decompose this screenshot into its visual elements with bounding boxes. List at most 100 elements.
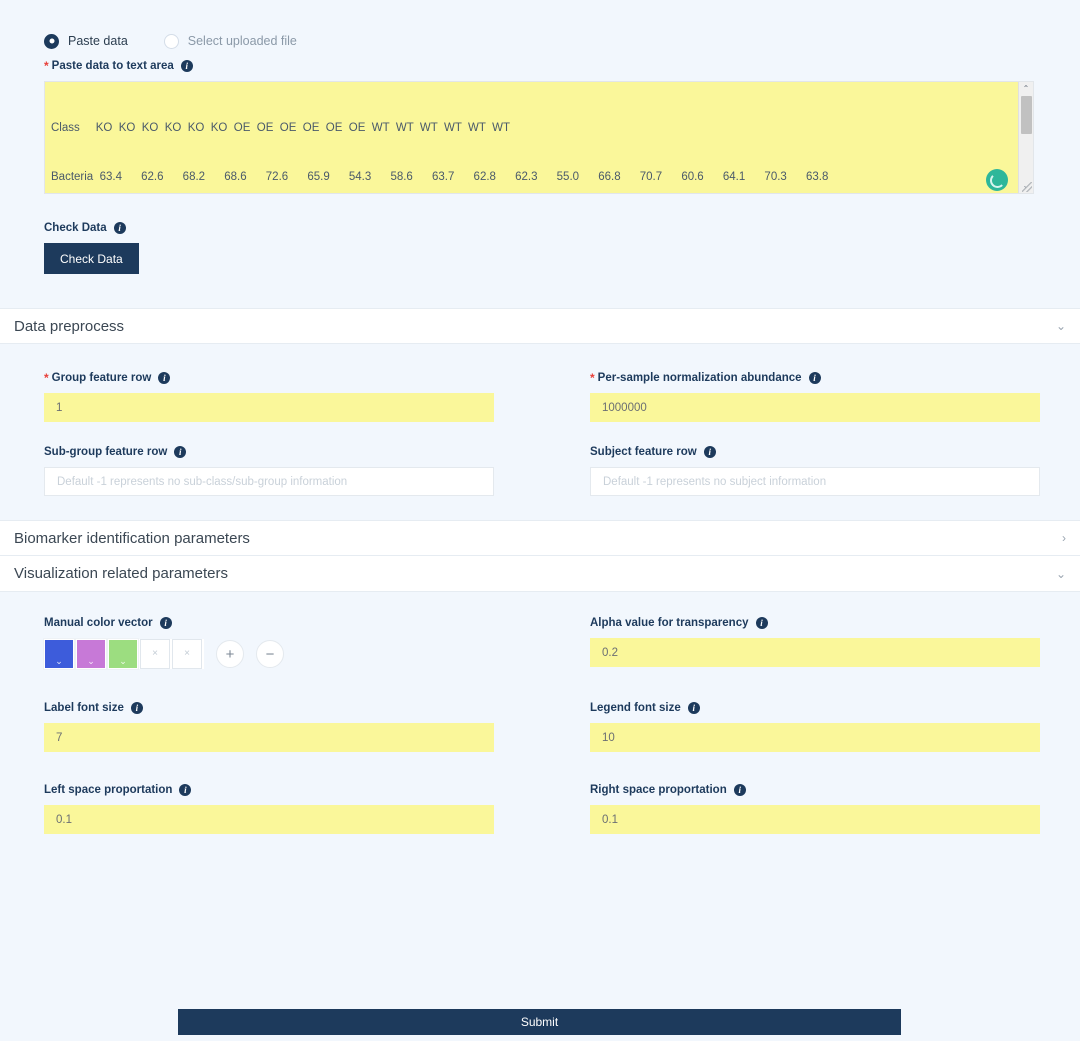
- data-source-radio-group[interactable]: Paste data Select uploaded file: [0, 0, 1080, 60]
- info-icon[interactable]: i: [179, 784, 192, 796]
- field-per-sample-normalization: * Per-sample normalization abundance i: [590, 372, 1040, 422]
- textarea-resize-handle[interactable]: [1022, 182, 1032, 192]
- field-label: Manual color vector i: [44, 617, 494, 629]
- required-star: *: [44, 371, 49, 385]
- field-label-text: Label font size: [44, 702, 124, 714]
- field-label-text: Legend font size: [590, 702, 681, 714]
- paste-data-textarea[interactable]: Class KO KO KO KO KO KO OE OE OE OE OE O…: [44, 81, 1034, 194]
- remove-color-button[interactable]: −: [256, 640, 284, 668]
- chevron-right-icon[interactable]: ›: [1062, 532, 1066, 544]
- add-color-button[interactable]: +: [216, 640, 244, 668]
- color-swatch-3[interactable]: ⌄: [107, 638, 139, 670]
- section-header-biomarker-identification[interactable]: Biomarker identification parameters ›: [0, 520, 1080, 556]
- chevron-down-icon[interactable]: ⌄: [1056, 320, 1066, 332]
- field-label-font-size: Label font size i: [44, 702, 494, 752]
- paste-data-label: * Paste data to text area i: [44, 60, 1036, 72]
- paste-data-textarea-wrapper: Class KO KO KO KO KO KO OE OE OE OE OE O…: [44, 81, 1034, 194]
- legend-font-size-input[interactable]: [590, 723, 1040, 752]
- required-star: *: [44, 59, 49, 73]
- radio-select-uploaded-file-dot[interactable]: [163, 33, 179, 49]
- color-swatch-2[interactable]: ⌄: [75, 638, 107, 670]
- check-data-button[interactable]: Check Data: [44, 243, 139, 274]
- field-label: Left space proportation i: [44, 784, 494, 796]
- radio-select-uploaded-file-label: Select uploaded file: [187, 34, 297, 48]
- close-icon: ×: [184, 648, 190, 659]
- field-label: * Per-sample normalization abundance i: [590, 372, 1040, 384]
- color-swatch-group: ⌄ ⌄ ⌄ × ×: [43, 638, 204, 670]
- field-label: Right space proportation i: [590, 784, 1040, 796]
- radio-paste-data-dot[interactable]: [44, 33, 59, 49]
- info-icon[interactable]: i: [113, 222, 126, 234]
- required-star: *: [590, 371, 595, 385]
- paste-data-section: * Paste data to text area i Class KO KO …: [0, 60, 1080, 274]
- field-label: Alpha value for transparency i: [590, 617, 1040, 629]
- check-data-label-text: Check Data: [44, 222, 107, 234]
- color-swatch-1[interactable]: ⌄: [43, 638, 75, 670]
- info-icon[interactable]: i: [180, 60, 193, 72]
- field-label-text: Sub-group feature row: [44, 446, 168, 458]
- alpha-value-input[interactable]: [590, 638, 1040, 667]
- sub-group-feature-row-input[interactable]: [44, 467, 494, 496]
- field-left-space-proportation: Left space proportation i: [44, 784, 494, 834]
- info-icon[interactable]: i: [174, 446, 187, 458]
- label-font-size-input[interactable]: [44, 723, 494, 752]
- textarea-line: Bacteria 63.4 62.6 68.2 68.6 72.6 65.9 5…: [51, 171, 829, 184]
- info-icon[interactable]: i: [755, 617, 768, 629]
- field-label-text: Per-sample normalization abundance: [597, 372, 802, 384]
- subject-feature-row-input[interactable]: [590, 467, 1040, 496]
- paste-data-label-text: Paste data to text area: [51, 60, 174, 72]
- section-title: Visualization related parameters: [14, 565, 229, 582]
- chevron-down-icon: ⌄: [55, 656, 63, 666]
- color-swatch-4-empty[interactable]: ×: [140, 639, 170, 669]
- field-label-text: Alpha value for transparency: [590, 617, 749, 629]
- color-swatch-5-empty[interactable]: ×: [172, 639, 202, 669]
- per-sample-normalization-input[interactable]: [590, 393, 1040, 422]
- field-manual-color-vector: Manual color vector i ⌄ ⌄ ⌄ × × + −: [43, 617, 494, 670]
- field-label-text: Subject feature row: [590, 446, 697, 458]
- info-icon[interactable]: i: [159, 617, 172, 629]
- chevron-down-icon: ⌄: [119, 656, 127, 666]
- chevron-down-icon[interactable]: ⌄: [1056, 568, 1066, 580]
- section-title: Data preprocess: [14, 317, 125, 335]
- left-space-input[interactable]: [44, 805, 494, 834]
- field-sub-group-feature-row: Sub-group feature row i: [44, 446, 494, 496]
- field-legend-font-size: Legend font size i: [590, 702, 1040, 752]
- chevron-down-icon: ⌄: [87, 656, 95, 666]
- field-right-space-proportation: Right space proportation i: [590, 784, 1040, 834]
- radio-paste-data[interactable]: Paste data: [44, 33, 128, 49]
- info-icon[interactable]: i: [130, 702, 143, 714]
- visualization-fields: Manual color vector i ⌄ ⌄ ⌄ × × + − Alph…: [0, 592, 1080, 858]
- info-icon[interactable]: i: [808, 372, 821, 384]
- scrollbar-thumb[interactable]: [1020, 96, 1032, 134]
- radio-select-uploaded-file[interactable]: Select uploaded file: [163, 33, 297, 49]
- info-icon[interactable]: i: [703, 446, 716, 458]
- submit-button[interactable]: Submit: [178, 1009, 901, 1035]
- section-header-visualization[interactable]: Visualization related parameters ⌄: [0, 556, 1080, 592]
- right-space-input[interactable]: [590, 805, 1040, 834]
- color-vector-row: ⌄ ⌄ ⌄ × × + −: [43, 638, 494, 670]
- scroll-up-icon[interactable]: ⌃: [1023, 82, 1030, 96]
- field-alpha-value: Alpha value for transparency i: [590, 617, 1040, 670]
- info-icon[interactable]: i: [687, 702, 700, 714]
- field-label-text: Manual color vector: [44, 617, 153, 629]
- field-label: Legend font size i: [590, 702, 1040, 714]
- field-group-feature-row: * Group feature row i: [44, 372, 494, 422]
- textarea-scrollbar[interactable]: ⌃ ⌄: [1018, 82, 1033, 193]
- field-label: * Group feature row i: [44, 372, 494, 384]
- group-feature-row-input[interactable]: [44, 393, 494, 422]
- field-label-text: Right space proportation: [590, 784, 727, 796]
- data-preprocess-fields: * Group feature row i * Per-sample norma…: [0, 344, 1080, 520]
- field-label: Label font size i: [44, 702, 494, 714]
- textarea-line: Class KO KO KO KO KO KO OE OE OE OE OE O…: [51, 122, 510, 135]
- section-header-data-preprocess[interactable]: Data preprocess ⌄: [0, 308, 1080, 344]
- info-icon[interactable]: i: [733, 784, 746, 796]
- field-subject-feature-row: Subject feature row i: [590, 446, 1040, 496]
- section-title: Biomarker identification parameters: [14, 529, 250, 547]
- field-label-text: Left space proportation: [44, 784, 173, 796]
- info-icon[interactable]: i: [158, 372, 171, 384]
- check-data-label: Check Data i: [44, 222, 1036, 234]
- field-label-text: Group feature row: [51, 372, 152, 384]
- page-root: Paste data Select uploaded file * Paste …: [0, 0, 1080, 1041]
- close-icon: ×: [152, 648, 158, 659]
- field-label: Sub-group feature row i: [44, 446, 494, 458]
